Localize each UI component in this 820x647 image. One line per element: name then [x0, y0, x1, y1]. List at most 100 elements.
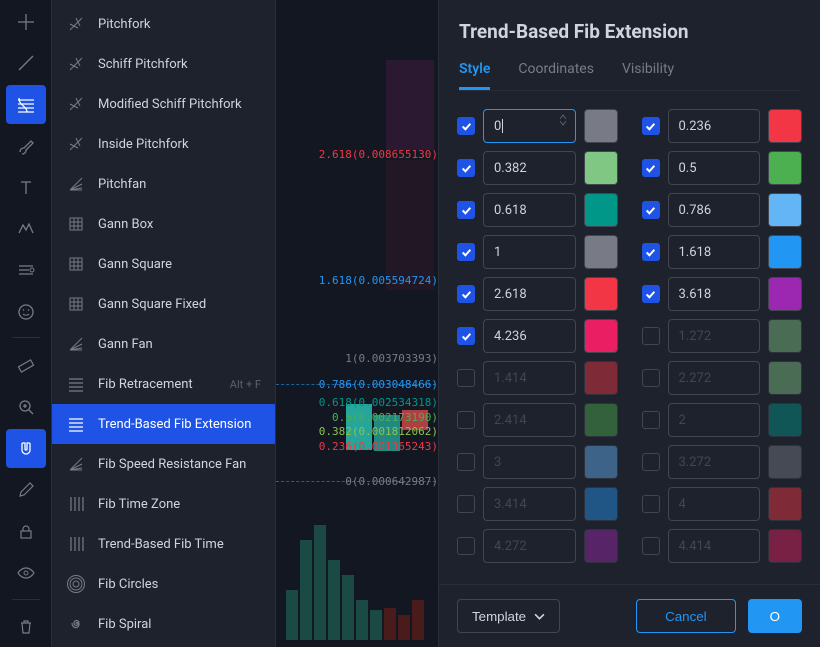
level-value-input[interactable]: 0.786 — [668, 193, 761, 227]
level-checkbox[interactable] — [642, 495, 660, 513]
color-swatch[interactable] — [768, 487, 802, 521]
color-swatch[interactable] — [584, 193, 618, 227]
level-value-input[interactable]: 1.618 — [668, 235, 761, 269]
level-checkbox[interactable] — [642, 327, 660, 345]
fib-tool-icon[interactable] — [6, 85, 46, 124]
level-value-input[interactable]: 3.272 — [668, 445, 761, 479]
color-swatch[interactable] — [584, 277, 618, 311]
forecast-icon[interactable] — [6, 250, 46, 289]
ruler-icon[interactable] — [6, 346, 46, 385]
level-value-input[interactable]: 1.414 — [483, 361, 576, 395]
level-value-input[interactable]: 0.236 — [668, 109, 761, 143]
level-checkbox[interactable] — [642, 369, 660, 387]
menu-item-pitchfan[interactable]: Pitchfan — [52, 164, 275, 204]
level-checkbox[interactable] — [642, 285, 660, 303]
color-swatch[interactable] — [768, 193, 802, 227]
level-value-input[interactable]: 0.5 — [668, 151, 761, 185]
menu-item-schiff-pitchfork[interactable]: Schiff Pitchfork — [52, 44, 275, 84]
color-swatch[interactable] — [768, 109, 802, 143]
level-value-input[interactable]: 2 — [668, 403, 761, 437]
level-value-input[interactable]: 1 — [483, 235, 576, 269]
level-checkbox[interactable] — [457, 369, 475, 387]
menu-item-fib-retracement[interactable]: Fib Retracement Alt + F — [52, 364, 275, 404]
level-value-input[interactable]: 3.618 — [668, 277, 761, 311]
level-checkbox[interactable] — [642, 201, 660, 219]
tab-visibility[interactable]: Visibility — [622, 61, 674, 90]
level-value-input[interactable]: 1.272 — [668, 319, 761, 353]
level-value-input[interactable]: 0.382 — [483, 151, 576, 185]
template-dropdown[interactable]: Template — [457, 599, 560, 633]
menu-item-modified-schiff-pitchfork[interactable]: Modified Schiff Pitchfork — [52, 84, 275, 124]
level-value-input[interactable]: 4 — [668, 487, 761, 521]
emoji-icon[interactable] — [6, 292, 46, 331]
level-value-input[interactable]: 0 — [483, 109, 576, 143]
eye-icon[interactable] — [6, 553, 46, 592]
color-swatch[interactable] — [768, 319, 802, 353]
color-swatch[interactable] — [768, 151, 802, 185]
level-value-input[interactable]: 4.272 — [483, 529, 576, 563]
color-swatch[interactable] — [584, 487, 618, 521]
magnet-icon[interactable] — [6, 429, 46, 468]
level-value-input[interactable]: 4.414 — [668, 529, 761, 563]
level-value-input[interactable]: 2.618 — [483, 277, 576, 311]
color-swatch[interactable] — [584, 361, 618, 395]
level-value-input[interactable]: 3 — [483, 445, 576, 479]
level-value-input[interactable]: 2.272 — [668, 361, 761, 395]
menu-item-pitchfork[interactable]: Pitchfork — [52, 4, 275, 44]
level-checkbox[interactable] — [457, 411, 475, 429]
ok-button[interactable]: O — [748, 599, 802, 633]
menu-item-gann-square[interactable]: Gann Square — [52, 244, 275, 284]
level-checkbox[interactable] — [642, 243, 660, 261]
tab-coordinates[interactable]: Coordinates — [518, 61, 594, 90]
color-swatch[interactable] — [768, 277, 802, 311]
level-checkbox[interactable] — [457, 243, 475, 261]
menu-item-fib-speed-resistance-fan[interactable]: Fib Speed Resistance Fan — [52, 444, 275, 484]
level-checkbox[interactable] — [457, 201, 475, 219]
menu-item-gann-fan[interactable]: Gann Fan — [52, 324, 275, 364]
menu-item-trend-based-fib-extension[interactable]: Trend-Based Fib Extension — [52, 404, 275, 444]
level-checkbox[interactable] — [457, 327, 475, 345]
color-swatch[interactable] — [768, 403, 802, 437]
level-value-input[interactable]: 3.414 — [483, 487, 576, 521]
color-swatch[interactable] — [584, 319, 618, 353]
color-swatch[interactable] — [584, 151, 618, 185]
level-checkbox[interactable] — [457, 537, 475, 555]
pencil-icon[interactable] — [6, 470, 46, 509]
color-swatch[interactable] — [768, 445, 802, 479]
level-value-input[interactable]: 2.414 — [483, 403, 576, 437]
menu-item-gann-box[interactable]: Gann Box — [52, 204, 275, 244]
brush-icon[interactable] — [6, 126, 46, 165]
level-checkbox[interactable] — [642, 411, 660, 429]
level-checkbox[interactable] — [457, 285, 475, 303]
menu-item-inside-pitchfork[interactable]: Inside Pitchfork — [52, 124, 275, 164]
level-checkbox[interactable] — [642, 453, 660, 471]
cross-icon[interactable] — [6, 2, 46, 41]
menu-item-fib-circles[interactable]: Fib Circles — [52, 564, 275, 604]
tab-style[interactable]: Style — [459, 61, 490, 90]
level-checkbox[interactable] — [457, 495, 475, 513]
color-swatch[interactable] — [768, 529, 802, 563]
color-swatch[interactable] — [584, 445, 618, 479]
cancel-button[interactable]: Cancel — [636, 599, 736, 633]
level-checkbox[interactable] — [457, 117, 475, 135]
color-swatch[interactable] — [584, 235, 618, 269]
zoom-icon[interactable] — [6, 388, 46, 427]
menu-item-trend-based-fib-time[interactable]: Trend-Based Fib Time — [52, 524, 275, 564]
color-swatch[interactable] — [584, 403, 618, 437]
lock-icon[interactable] — [6, 512, 46, 551]
menu-item-fib-time-zone[interactable]: Fib Time Zone — [52, 484, 275, 524]
trend-line-icon[interactable] — [6, 43, 46, 82]
level-checkbox[interactable] — [457, 159, 475, 177]
menu-item-gann-square-fixed[interactable]: Gann Square Fixed — [52, 284, 275, 324]
level-checkbox[interactable] — [457, 453, 475, 471]
text-icon[interactable] — [6, 168, 46, 207]
level-value-input[interactable]: 4.236 — [483, 319, 576, 353]
color-swatch[interactable] — [768, 235, 802, 269]
stepper-arrows[interactable] — [559, 114, 571, 138]
color-swatch[interactable] — [584, 529, 618, 563]
level-value-input[interactable]: 0.618 — [483, 193, 576, 227]
color-swatch[interactable] — [768, 361, 802, 395]
pattern-icon[interactable] — [6, 209, 46, 248]
trash-icon[interactable] — [6, 608, 46, 647]
level-checkbox[interactable] — [642, 117, 660, 135]
